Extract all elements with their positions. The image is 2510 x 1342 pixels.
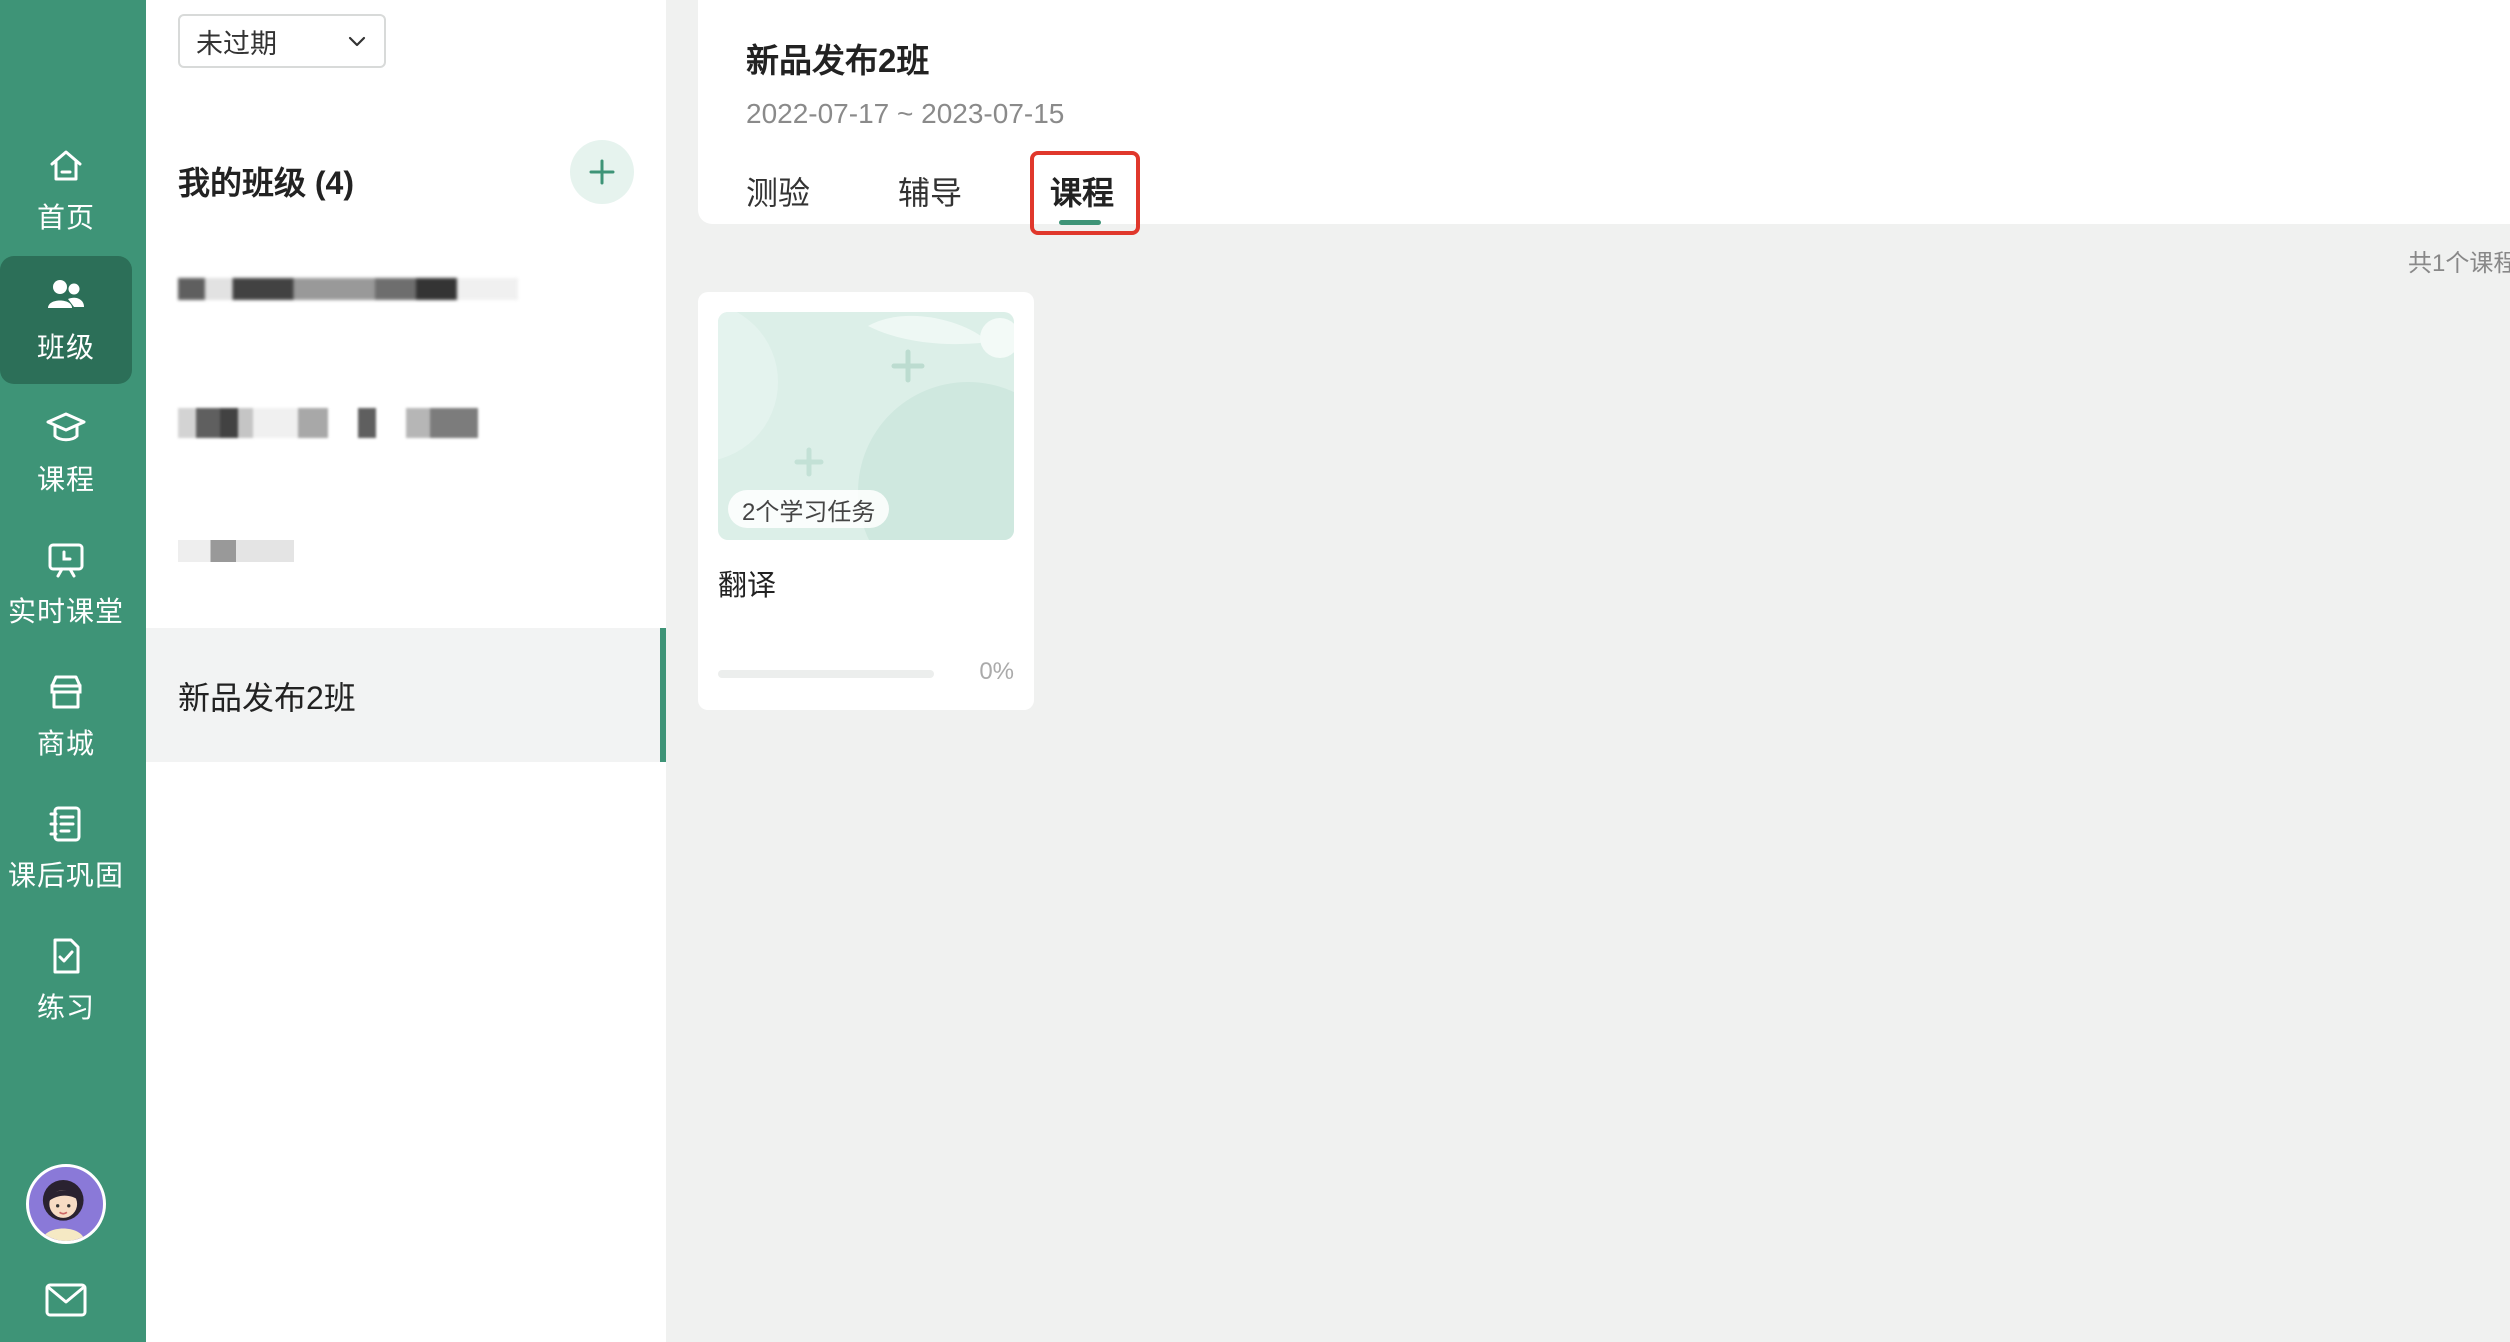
class-title: 新品发布2班 (746, 42, 930, 79)
nav-item-home[interactable]: 首页 (0, 126, 132, 254)
nav-item-store[interactable]: 商城 (0, 652, 132, 780)
course-card[interactable]: 2个学习任务 翻译 0% (698, 292, 1034, 710)
nav-rail: 首页 班级 课程 实时课堂 商城 课后巩固 练习 (0, 0, 146, 1342)
checklist-icon (53, 938, 80, 974)
class-item-redacted-2[interactable] (146, 362, 666, 496)
tab-quiz[interactable]: 测验 (746, 168, 810, 214)
redacted-class-name (178, 408, 478, 438)
chevron-down-icon (348, 36, 366, 47)
course-progress-bar (718, 670, 934, 678)
home-icon (50, 150, 82, 181)
redacted-class-name (178, 540, 294, 562)
nav-label-review: 课后巩固 (7, 860, 124, 891)
nav-item-class[interactable]: 班级 (0, 256, 132, 384)
mail-icon[interactable] (44, 1282, 88, 1318)
plus-icon (589, 159, 615, 185)
avatar-illustration-icon (41, 1179, 85, 1241)
status-filter-select[interactable]: 未过期 (178, 14, 386, 68)
course-count: 共1个课程 (2408, 250, 2510, 277)
class-header: 新品发布2班 2022-07-17 ~ 2023-07-15 测验 辅导 课程 (698, 0, 2510, 224)
nav-label-live-class: 实时课堂 (7, 596, 124, 627)
class-item-redacted-1[interactable] (146, 230, 666, 364)
my-classes-title: 我的班级 (4) (178, 165, 355, 201)
avatar[interactable] (26, 1164, 106, 1244)
course-cover-image: 2个学习任务 (718, 312, 1014, 540)
add-class-button[interactable] (570, 140, 634, 204)
nav-label-practice: 练习 (36, 992, 95, 1023)
nav-item-live-class[interactable]: 实时课堂 (0, 520, 132, 648)
class-date-range: 2022-07-17 ~ 2023-07-15 (746, 98, 1065, 129)
class-item-selected[interactable]: 新品发布2班 (146, 628, 666, 762)
nav-label-course: 课程 (36, 464, 95, 495)
course-progress-text: 0% (979, 658, 1014, 685)
class-item-name: 新品发布2班 (178, 680, 356, 716)
class-item-redacted-3[interactable] (146, 494, 666, 628)
status-filter-value: 未过期 (196, 28, 277, 59)
course-task-count: 2个学习任务 (728, 490, 890, 528)
notebook-icon (49, 806, 81, 842)
redacted-class-name (178, 278, 518, 300)
nav-item-review[interactable]: 课后巩固 (0, 784, 132, 912)
nav-label-store: 商城 (36, 728, 95, 759)
store-icon (50, 675, 82, 709)
nav-item-course[interactable]: 课程 (0, 388, 132, 516)
class-list-panel: 未过期 我的班级 (4) 新品发布2班 (146, 0, 666, 1342)
users-icon (48, 280, 84, 308)
tab-tutoring[interactable]: 辅导 (898, 168, 962, 214)
tab-highlight-box (1030, 151, 1140, 235)
nav-label-class: 班级 (36, 332, 95, 363)
course-title: 翻译 (718, 570, 777, 602)
nav-label-home: 首页 (36, 202, 95, 233)
nav-item-practice[interactable]: 练习 (0, 916, 132, 1044)
graduation-cap-icon (46, 412, 86, 442)
live-board-icon (48, 543, 84, 578)
